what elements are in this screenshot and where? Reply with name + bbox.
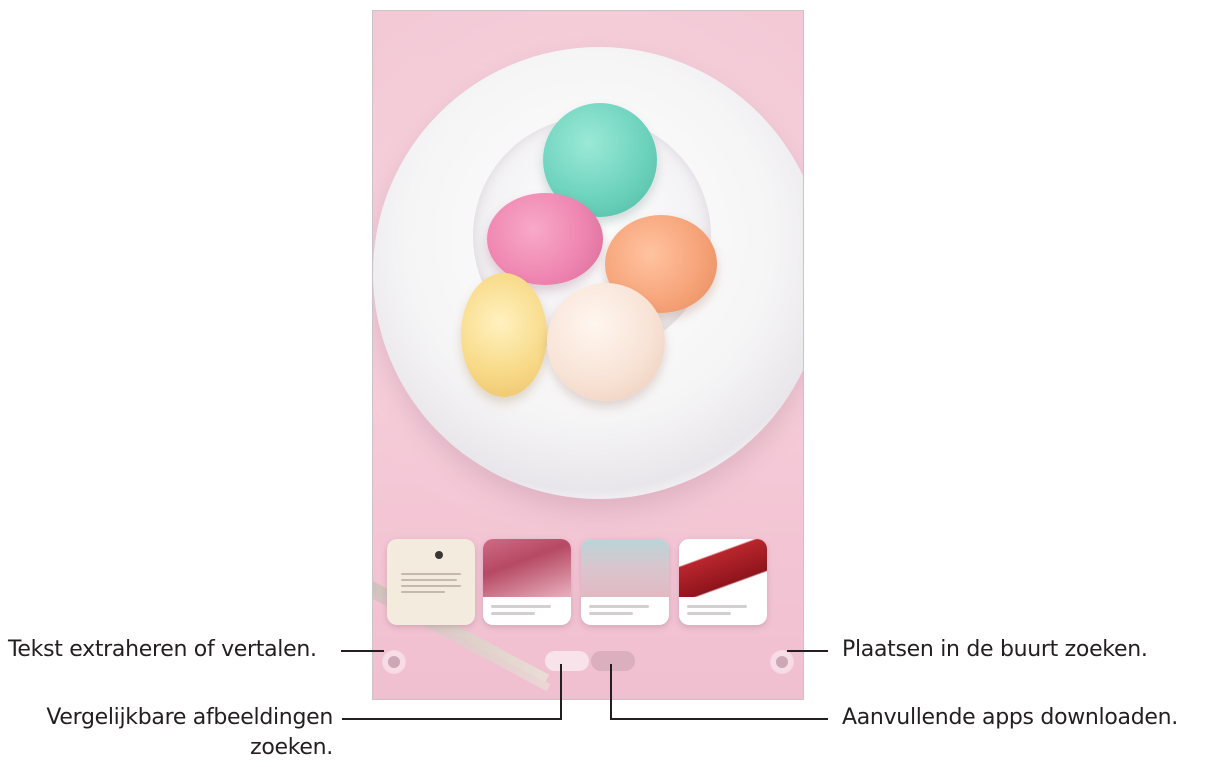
- text-line: [401, 573, 461, 575]
- text-line: [401, 591, 445, 593]
- result-thumbnail: [581, 539, 669, 597]
- macaron-yellow-image: [461, 273, 547, 397]
- place-search-button[interactable]: [771, 651, 793, 673]
- callout-line: [342, 718, 562, 720]
- result-caption-line: [687, 612, 731, 615]
- similar-images-label-line2: zoeken.: [250, 735, 333, 760]
- macaron-cream-image: [547, 283, 665, 401]
- nearby-places-label: Plaatsen in de buurt zoeken.: [842, 637, 1148, 662]
- similar-images-label-line1: Vergelijkbare afbeeldingen: [46, 705, 333, 730]
- callout-line: [610, 718, 828, 720]
- result-caption-line: [589, 605, 649, 608]
- callout-line: [610, 664, 612, 720]
- text-line: [401, 579, 457, 581]
- text-line: [401, 585, 461, 587]
- download-apps-tab[interactable]: [591, 651, 635, 671]
- result-card-text[interactable]: [387, 539, 475, 625]
- text-extract-label: Tekst extraheren of vertalen.: [8, 637, 317, 662]
- result-caption-line: [589, 612, 633, 615]
- text-extract-button[interactable]: [383, 651, 405, 673]
- result-caption-line: [687, 605, 747, 608]
- text-card-icon: [435, 551, 443, 559]
- location-icon: [776, 656, 788, 668]
- macaron-pink-image: [487, 193, 603, 285]
- download-apps-label: Aanvullende apps downloaden.: [842, 705, 1178, 730]
- result-caption-line: [491, 605, 551, 608]
- similar-images-tab[interactable]: [545, 651, 589, 671]
- text-extract-icon: [388, 656, 400, 668]
- phone-screen: [372, 10, 804, 700]
- result-card-similar-image-2[interactable]: [581, 539, 669, 625]
- result-thumbnail: [483, 539, 571, 597]
- callout-line: [341, 650, 384, 652]
- result-card-similar-image-1[interactable]: [483, 539, 571, 625]
- result-card-similar-image-3[interactable]: [679, 539, 767, 625]
- callout-line: [787, 650, 828, 652]
- result-thumbnail: [679, 539, 767, 597]
- callout-line: [560, 664, 562, 720]
- result-caption-line: [491, 612, 535, 615]
